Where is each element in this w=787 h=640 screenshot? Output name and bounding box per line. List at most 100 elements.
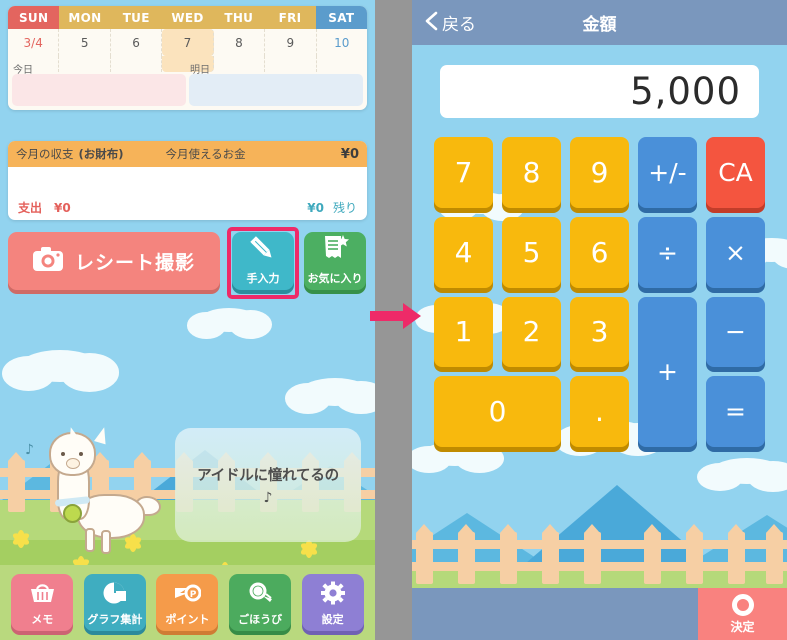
confirm-label: 決定	[730, 619, 755, 634]
medal-icon	[247, 581, 274, 609]
confirm-button[interactable]: 決定	[698, 588, 787, 640]
key-5[interactable]: 5	[502, 216, 561, 288]
key-sign[interactable]: +/-	[638, 137, 697, 208]
key-0[interactable]: 0	[434, 376, 561, 447]
fence-post	[766, 524, 783, 584]
expense-amount: ¥0	[54, 200, 71, 215]
receipt-star-icon	[320, 234, 350, 268]
speech-text: アイドルに憧れてるの	[197, 468, 339, 484]
footer-spacer	[412, 588, 698, 640]
back-label: 戻る	[442, 15, 476, 35]
memo-today-label: 今日	[13, 65, 33, 76]
receipt-capture-label: レシート撮影	[74, 251, 195, 274]
key-plus[interactable]: +	[638, 296, 697, 447]
alpaca-eye	[79, 452, 83, 456]
speech-music-note: ♪	[263, 490, 273, 506]
music-note-icon: ♪	[25, 442, 34, 458]
calendar-day-cell[interactable]: 5	[59, 29, 111, 56]
bottom-navigation-bar: メモ グラフ集計 P ポイント ごほうび 設定	[0, 565, 375, 640]
fence-post	[584, 524, 601, 584]
nav-button-point[interactable]: P ポイント	[156, 574, 219, 631]
key-2[interactable]: 2	[502, 296, 561, 368]
nav-button-memo[interactable]: メモ	[11, 574, 74, 631]
remaining-amount: ¥0	[307, 200, 324, 215]
manual-input-button[interactable]: 手入力	[232, 232, 294, 290]
calendar-date-row: 3/4 5 6 7 8 9 10	[8, 29, 367, 56]
screenshot-root: ♪ アイドルに憧れてるの ♪ SUN MON TUE WED THU FRI S…	[0, 0, 787, 640]
key-multiply[interactable]: ×	[706, 216, 765, 288]
nav-label-reward: ごほうび	[238, 613, 283, 626]
balance-card[interactable]: 今月の収支 (お財布) 今月使えるお金 ¥0 支出 ¥0 ¥0 残り	[8, 141, 367, 220]
calendar-day-cell[interactable]: 8	[214, 29, 266, 56]
fence-post	[416, 524, 433, 584]
calendar-day-cell-selected[interactable]: 7	[162, 29, 214, 56]
weekday-sun: SUN	[8, 6, 60, 29]
key-minus[interactable]: −	[706, 296, 765, 368]
left-app-screen: ♪ アイドルに憧れてるの ♪ SUN MON TUE WED THU FRI S…	[0, 0, 375, 640]
alpaca-eye	[61, 452, 65, 456]
favorite-label: お気に入り	[307, 272, 363, 285]
memo-tomorrow[interactable]: 明日	[189, 65, 363, 106]
basket-icon	[29, 581, 56, 609]
key-6[interactable]: 6	[570, 216, 629, 288]
memo-today[interactable]: 今日	[12, 65, 186, 106]
calendar-memo-row: 今日 明日	[8, 65, 367, 110]
calendar-tick	[214, 56, 266, 72]
key-8[interactable]: 8	[502, 137, 561, 208]
nav-label-point: ポイント	[165, 613, 210, 626]
weekday-wed: WED	[161, 6, 214, 29]
calendar-day-cell[interactable]: 3/4	[8, 29, 60, 56]
pencil-icon	[248, 234, 278, 268]
balance-usable-amount: ¥0	[340, 146, 359, 162]
key-1[interactable]: 1	[434, 296, 493, 368]
balance-footer: 支出 ¥0 ¥0 残り	[8, 199, 367, 216]
pie-chart-icon	[102, 581, 128, 609]
alpaca-head	[49, 425, 110, 476]
calendar-tick	[59, 56, 111, 72]
chevron-left-icon	[425, 11, 438, 35]
calendar-day-cell[interactable]: 9	[265, 29, 317, 56]
nav-button-settings[interactable]: 設定	[301, 574, 364, 631]
key-3[interactable]: 3	[570, 296, 629, 368]
circle-ring-icon	[731, 593, 754, 616]
key-clear-all[interactable]: CA	[706, 137, 765, 208]
svg-text:P: P	[190, 590, 197, 600]
footer-bar: 決定	[412, 588, 787, 640]
receipt-capture-button[interactable]: レシート撮影	[8, 232, 220, 290]
back-button[interactable]: 戻る	[425, 10, 476, 35]
point-card-icon: P	[173, 581, 202, 609]
key-decimal[interactable]: .	[570, 376, 629, 447]
weekday-mon: MON	[59, 6, 111, 29]
alpaca-leg	[101, 530, 111, 554]
expense-label: 支出	[18, 201, 43, 215]
manual-input-label: 手入力	[246, 272, 280, 285]
key-7[interactable]: 7	[434, 137, 493, 208]
nav-label-memo: メモ	[31, 613, 54, 626]
calendar-day-cell[interactable]: 10	[317, 29, 367, 56]
navigation-header: 金額 戻る	[412, 0, 787, 45]
calendar-card[interactable]: SUN MON TUE WED THU FRI SAT 3/4 5 6 7 8 …	[8, 6, 367, 110]
key-equals[interactable]: =	[706, 376, 765, 447]
nav-button-graph[interactable]: グラフ集計	[83, 574, 146, 631]
gear-icon	[320, 581, 346, 609]
nav-button-reward[interactable]: ごほうび	[229, 574, 292, 631]
calendar-tick	[317, 56, 367, 72]
action-button-row: レシート撮影 手入力 お気に入り	[8, 227, 367, 299]
calendar-day-cell[interactable]: 6	[111, 29, 163, 56]
cloud-icon	[284, 378, 375, 415]
key-divide[interactable]: ÷	[638, 216, 697, 288]
fence-post	[542, 524, 559, 584]
key-4[interactable]: 4	[434, 216, 493, 288]
flower-icon	[11, 530, 31, 548]
fence-graphic	[412, 522, 787, 584]
nav-label-settings: 設定	[321, 613, 344, 626]
alpaca-character: ♪	[25, 425, 170, 557]
key-9[interactable]: 9	[570, 137, 629, 208]
alpaca-bell	[63, 504, 82, 523]
favorite-button[interactable]: お気に入り	[304, 232, 366, 290]
flower-icon	[299, 540, 319, 558]
fence-post	[728, 524, 745, 584]
amount-display-field[interactable]: 5,000	[440, 65, 759, 118]
fence-post	[686, 524, 703, 584]
alpaca-leg	[85, 528, 95, 552]
